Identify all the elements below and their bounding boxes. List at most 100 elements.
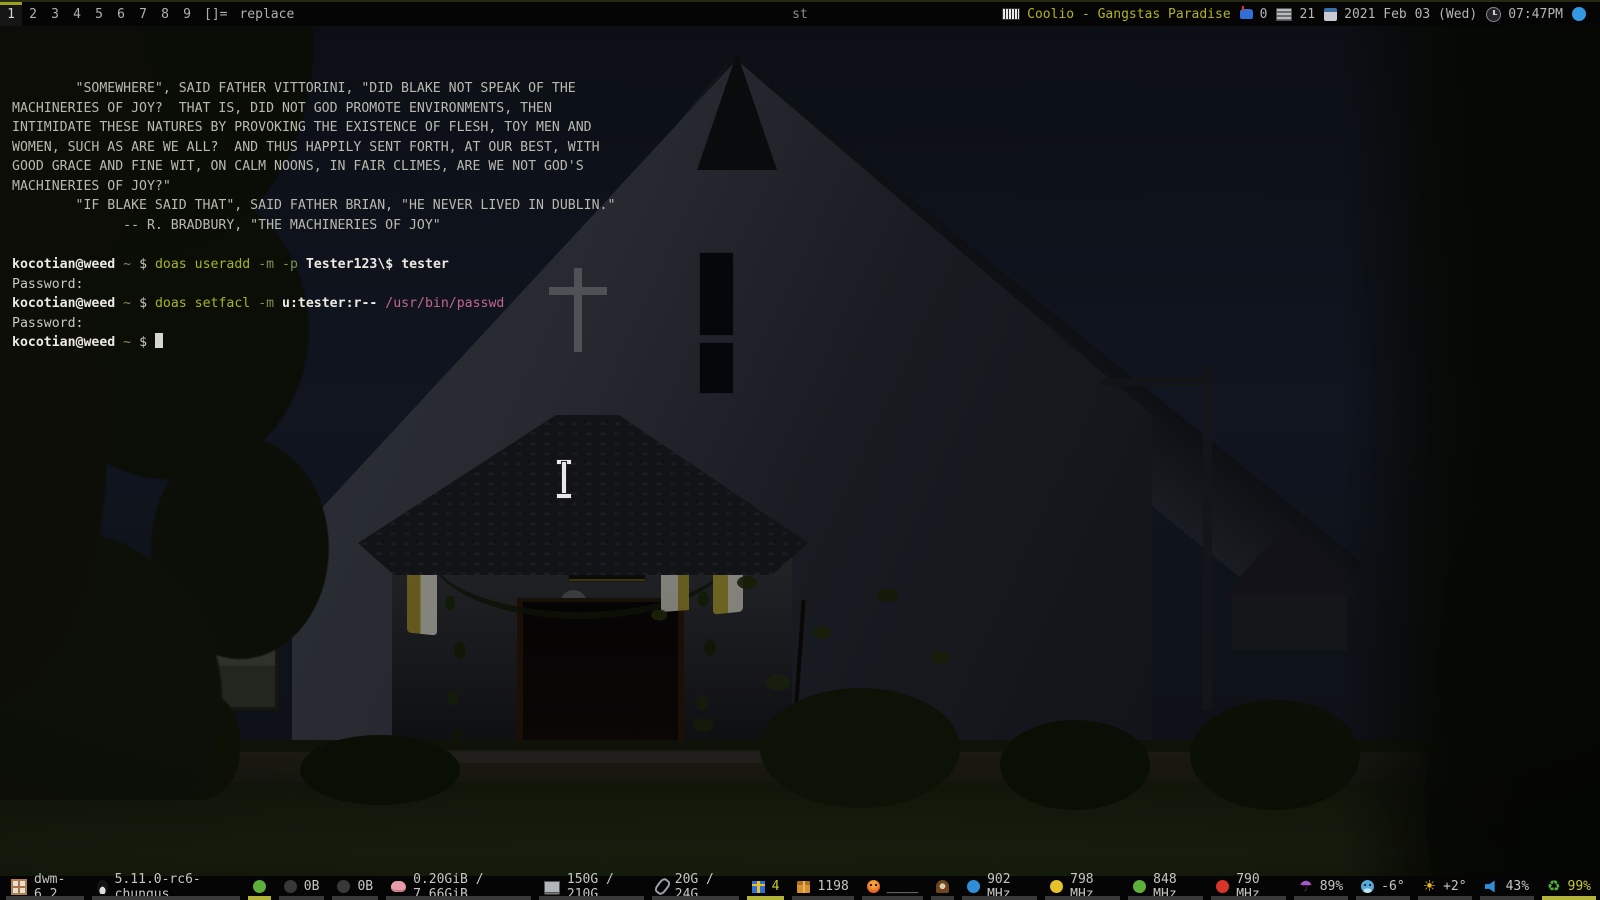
newspaper-icon bbox=[1276, 8, 1292, 21]
dark-dot-icon bbox=[284, 880, 297, 893]
status-text: 0 bbox=[1260, 7, 1268, 22]
module-text: 848 MHz bbox=[1153, 872, 1198, 900]
terminal-line: "IF BLAKE SAID THAT", SAID FATHER BRIAN,… bbox=[12, 196, 615, 216]
tray-dot-icon bbox=[1572, 7, 1586, 21]
penguin-icon bbox=[97, 880, 108, 894]
cold-face-icon bbox=[1361, 880, 1374, 893]
module-text: 0B bbox=[304, 879, 320, 894]
paperclip-icon bbox=[653, 876, 672, 896]
module-text: 150G / 210G bbox=[567, 872, 639, 900]
module-hot-face[interactable]: ____ bbox=[858, 876, 927, 900]
module-mantel-clock[interactable] bbox=[927, 876, 958, 900]
status-calendar[interactable]: 2021 Feb 03 (Wed) bbox=[1324, 7, 1477, 22]
module-speaker[interactable]: 43% bbox=[1476, 876, 1538, 900]
module-text: 1198 bbox=[817, 879, 848, 894]
tag-7[interactable]: 7 bbox=[132, 2, 154, 26]
module-text: dwm-6.2 bbox=[34, 872, 79, 900]
terminal-line: WOMEN, SUCH AS ARE WE ALL? AND THUS HAPP… bbox=[12, 138, 615, 158]
module-package[interactable]: 1198 bbox=[788, 876, 857, 900]
module-monitor[interactable]: 150G / 210G bbox=[535, 876, 648, 900]
status-text: 2021 Feb 03 (Wed) bbox=[1344, 7, 1477, 22]
module-text: 20G / 24G bbox=[675, 872, 734, 900]
module-penguin[interactable]: 5.11.0-rc6-chungus bbox=[88, 876, 244, 900]
module-yellow-dot[interactable]: 798 MHz bbox=[1041, 876, 1124, 900]
piano-icon bbox=[1002, 8, 1020, 20]
red-dot-icon bbox=[1216, 880, 1229, 893]
terminal-line: Password: bbox=[12, 314, 615, 334]
ibeam-bottom-serif bbox=[557, 494, 571, 498]
green-dot-icon bbox=[253, 880, 266, 893]
terminal-line: GOOD GRACE AND FINE WIT, ON CALM NOONS, … bbox=[12, 157, 615, 177]
tag-9[interactable]: 9 bbox=[176, 2, 198, 26]
terminal-cursor bbox=[155, 333, 163, 348]
dark-dot-icon bbox=[337, 880, 350, 893]
status-text: 21 bbox=[1299, 7, 1315, 22]
blue-dot-icon bbox=[967, 880, 980, 893]
calendar-icon bbox=[1324, 8, 1337, 21]
recycle-icon: ♻ bbox=[1547, 880, 1560, 893]
terminal-line bbox=[12, 235, 615, 255]
module-gift[interactable]: 4 bbox=[743, 876, 789, 900]
tag-3[interactable]: 3 bbox=[44, 2, 66, 26]
status-piano[interactable]: Coolio - Gangstas Paradise bbox=[1002, 7, 1231, 22]
terminal-line: kocotian@weed ~ $ doas useradd -m -p Tes… bbox=[12, 255, 615, 275]
status-clock[interactable]: 07:47PM bbox=[1486, 7, 1563, 22]
module-dark-dot[interactable]: 0B bbox=[328, 876, 382, 900]
module-sun[interactable]: ☀ +2° bbox=[1414, 876, 1476, 900]
tag-1[interactable]: 1 bbox=[0, 2, 22, 26]
gift-icon bbox=[752, 881, 765, 893]
terminal-window[interactable]: "SOMEWHERE", SAID FATHER VITTORINI, "DID… bbox=[12, 40, 615, 392]
module-cold-face[interactable]: -6° bbox=[1352, 876, 1413, 900]
module-window[interactable]: dwm-6.2 bbox=[2, 876, 88, 900]
status-text: Coolio - Gangstas Paradise bbox=[1027, 7, 1231, 22]
module-blue-dot[interactable]: 902 MHz bbox=[958, 876, 1041, 900]
tag-8[interactable]: 8 bbox=[154, 2, 176, 26]
tag-6[interactable]: 6 bbox=[110, 2, 132, 26]
dwm-bottom-bar: dwm-6.25.11.0-rc6-chungus 0B 0B 0.20GiB / 7… bbox=[0, 876, 1600, 900]
module-umbrella[interactable]: ☂ 89% bbox=[1290, 876, 1352, 900]
status-newspaper[interactable]: 21 bbox=[1276, 7, 1315, 22]
layout-indicator[interactable]: []= bbox=[204, 7, 227, 22]
module-red-dot[interactable]: 790 MHz bbox=[1207, 876, 1290, 900]
clock-icon bbox=[1486, 7, 1501, 22]
module-text: -6° bbox=[1381, 879, 1404, 894]
yellow-dot-icon bbox=[1050, 880, 1063, 893]
module-text: 0B bbox=[357, 879, 373, 894]
module-text: 4 bbox=[772, 879, 780, 894]
module-paperclip[interactable]: 20G / 24G bbox=[648, 876, 743, 900]
mantel-clock-icon bbox=[936, 880, 949, 893]
status-tray-dot[interactable] bbox=[1572, 7, 1586, 21]
module-brain[interactable]: 0.20GiB / 7.66GiB bbox=[382, 876, 535, 900]
terminal-line: "SOMEWHERE", SAID FATHER VITTORINI, "DID… bbox=[12, 79, 615, 99]
module-text: 902 MHz bbox=[987, 872, 1032, 900]
terminal-line: Password: bbox=[12, 275, 615, 295]
tag-4[interactable]: 4 bbox=[66, 2, 88, 26]
terminal-output: "SOMEWHERE", SAID FATHER VITTORINI, "DID… bbox=[12, 79, 615, 353]
module-green-dot[interactable] bbox=[244, 876, 275, 900]
terminal-line: INTIMIDATE THESE NATURES BY PROVOKING TH… bbox=[12, 118, 615, 138]
mouse-cursor-ibeam bbox=[556, 460, 572, 498]
status-text: 07:47PM bbox=[1508, 7, 1563, 22]
mailbox-icon bbox=[1240, 9, 1253, 19]
module-dark-dot[interactable]: 0B bbox=[275, 876, 329, 900]
module-text: 798 MHz bbox=[1070, 872, 1115, 900]
status-mailbox[interactable]: 0 bbox=[1240, 7, 1268, 22]
sun-icon: ☀ bbox=[1423, 880, 1436, 893]
umbrella-icon: ☂ bbox=[1299, 880, 1312, 893]
module-recycle[interactable]: ♻ 99% bbox=[1538, 876, 1600, 900]
module-text: 0.20GiB / 7.66GiB bbox=[413, 872, 526, 900]
tag-5[interactable]: 5 bbox=[88, 2, 110, 26]
terminal-line: -- R. BRADBURY, "THE MACHINERIES OF JOY" bbox=[12, 216, 615, 236]
terminal-line: MACHINERIES OF JOY?" bbox=[12, 177, 615, 197]
desktop: "SOMEWHERE", SAID FATHER VITTORINI, "DID… bbox=[0, 0, 1600, 900]
window-title: st bbox=[792, 7, 808, 22]
module-text: 99% bbox=[1568, 879, 1591, 894]
status-area: Coolio - Gangstas Paradise 0 21 2021 Feb 03… bbox=[1002, 7, 1586, 22]
module-text: 5.11.0-rc6-chungus bbox=[115, 872, 235, 900]
package-icon bbox=[797, 881, 810, 893]
module-green-dot[interactable]: 848 MHz bbox=[1124, 876, 1207, 900]
module-text: +2° bbox=[1443, 879, 1466, 894]
tag-2[interactable]: 2 bbox=[22, 2, 44, 26]
terminal-line: kocotian@weed ~ $ bbox=[12, 333, 615, 353]
module-text: 89% bbox=[1320, 879, 1343, 894]
